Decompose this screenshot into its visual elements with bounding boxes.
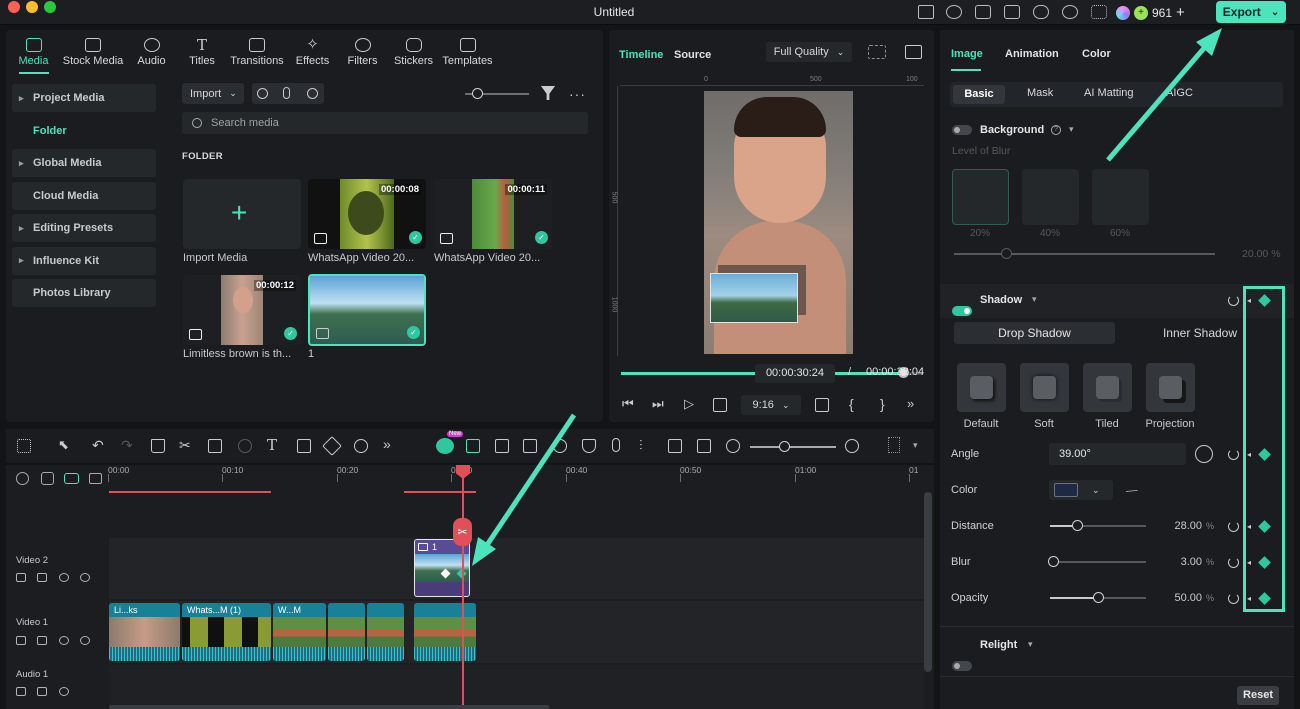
arrow-to-export — [1106, 45, 1207, 162]
arrow-to-clip — [482, 413, 577, 550]
annotation-arrows — [472, 28, 1222, 566]
